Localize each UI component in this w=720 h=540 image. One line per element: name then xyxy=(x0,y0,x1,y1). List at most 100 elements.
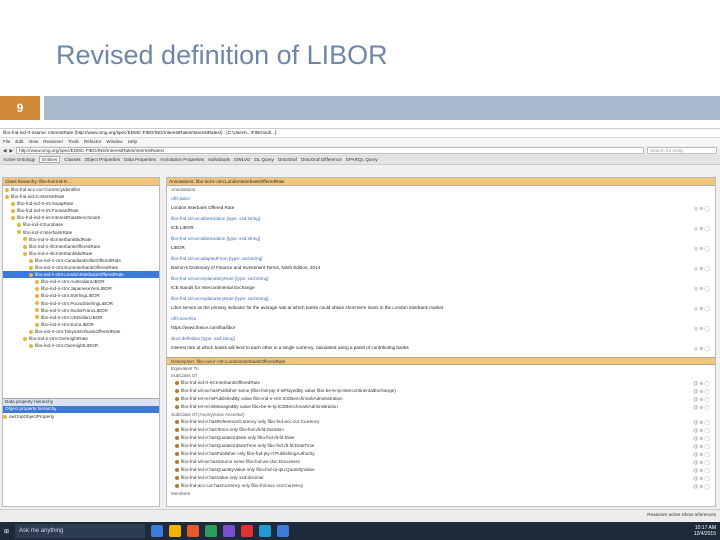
taskbar-app-icon[interactable] xyxy=(277,525,290,537)
entity-search-input[interactable]: Search for entity xyxy=(647,147,717,154)
taskbar-app-icon[interactable] xyxy=(187,525,200,537)
forward-icon[interactable]: ▶ xyxy=(10,148,14,154)
row-controls-icon[interactable]: @⊗◯ xyxy=(693,404,711,411)
tab-item[interactable]: Individuals xyxy=(208,157,230,162)
axiom-row[interactable]: fibo-fnd-utl-av:hasPublisher some (fibo-… xyxy=(167,387,715,395)
tab-item[interactable]: Classes xyxy=(64,157,80,162)
tree-item[interactable]: fibo-ind-ir-irb:InterbankOfferedRate xyxy=(3,243,159,250)
back-icon[interactable]: ◀ xyxy=(3,148,7,154)
axiom-row[interactable]: fibo-fnd-utl-av:hasSource some fibo-fnd-… xyxy=(167,458,715,466)
tree-item[interactable]: fibo-ind-ir-ctm:SwissFrancLIBOR xyxy=(3,307,159,314)
tab-item[interactable]: Entities xyxy=(39,156,61,163)
row-controls-icon[interactable]: ◎⊗◯ xyxy=(694,285,711,293)
taskbar-app-icon[interactable] xyxy=(205,525,218,537)
menu-item[interactable]: Help xyxy=(128,139,137,144)
axiom-row[interactable]: fibo-fnd-acc-cur:hasCurrency only fibo-f… xyxy=(167,482,715,490)
row-controls-icon[interactable]: ◎⊗◯ xyxy=(694,325,711,333)
row-controls-icon[interactable]: @⊗◯ xyxy=(693,459,711,466)
axiom-row[interactable]: fibo-fnd-ind-ir:hasPublisher only fibo-f… xyxy=(167,450,715,458)
menu-item[interactable]: Refactor xyxy=(84,139,101,144)
menu-item[interactable]: Edit xyxy=(15,139,23,144)
tab-item[interactable]: DL Query xyxy=(254,157,274,162)
axiom-row[interactable]: fibo-fnd-ind-ir:hasQuotationDateTime onl… xyxy=(167,442,715,450)
row-controls-icon[interactable]: ◎⊗◯ xyxy=(694,345,711,353)
tree-item[interactable]: fibo-ind-ir-ctm:EuroInterbankOfferedRate xyxy=(3,264,159,271)
row-controls-icon[interactable]: @⊗◯ xyxy=(693,427,711,434)
row-controls-icon[interactable]: @⊗◯ xyxy=(693,396,711,403)
menu-item[interactable]: Reasoner xyxy=(43,139,63,144)
taskbar-app-icon[interactable] xyxy=(241,525,254,537)
tree-item[interactable]: fibo-ind-ir-ctm:USDollarLIBOR xyxy=(3,314,159,321)
tree-item[interactable]: fibo-ind-ir-ctm:EuroLIBOR xyxy=(3,321,159,328)
row-controls-icon[interactable]: ◎⊗◯ xyxy=(694,265,711,273)
menu-item[interactable]: Tools xyxy=(68,139,79,144)
windows-start-icon[interactable]: ⊞ xyxy=(4,528,9,535)
tree-item[interactable]: fibo-ind-ir-ctm:OvernightLIBOR xyxy=(3,342,159,349)
annotation-property[interactable]: fibo-fnd-utl-av:abbreviation [type: xsd:… xyxy=(167,235,715,244)
tree-item[interactable]: fibo-fnd-ind-rt-irs:SwapRate xyxy=(3,200,159,207)
menu-item[interactable]: View xyxy=(28,139,38,144)
tab-item[interactable]: Annotation Properties xyxy=(160,157,204,162)
axiom-row[interactable]: fibo-fnd-ind-ir:hasQuotationDate only fi… xyxy=(167,434,715,442)
row-controls-icon[interactable]: ◎⊗◯ xyxy=(694,245,711,253)
annotation-property[interactable]: rdfs:label xyxy=(167,195,715,204)
row-controls-icon[interactable]: @⊗◯ xyxy=(693,443,711,450)
annotation-property[interactable]: fibo-fnd-utl-av:explanatoryNote [type: x… xyxy=(167,275,715,284)
tree-item[interactable]: fibo-fnd-ind-ir:InterestRate xyxy=(3,193,159,200)
tab-item[interactable]: Object Properties xyxy=(85,157,121,162)
tree-item[interactable]: fibo-ind-ir-ctm:SterlingLIBOR xyxy=(3,292,159,299)
tree-item[interactable]: fibo-ind-ir-irb:InterbankMidRate xyxy=(3,250,159,257)
annotation-property[interactable]: fibo-fnd-utl-av:abbreviation [type: xsd:… xyxy=(167,215,715,224)
row-controls-icon[interactable]: @⊗◯ xyxy=(693,380,711,387)
row-controls-icon[interactable]: @⊗◯ xyxy=(693,467,711,474)
ontology-iri-field[interactable]: http://www.omg.org/spec/EDMC-FIBO/IND/In… xyxy=(16,147,644,154)
annotation-property[interactable]: skos:definition [type: xsd:string] xyxy=(167,335,715,344)
tab-item[interactable]: OWLViz xyxy=(234,157,250,162)
taskbar-app-icon[interactable] xyxy=(151,525,164,537)
tree-item[interactable]: fibo-ind-ir-ctm:AustralianLIBOR xyxy=(3,278,159,285)
axiom-row[interactable]: fibo-fnd-rel-rel:isPublishedBy value fib… xyxy=(167,395,715,403)
tree-item[interactable]: fibo-fnd-ind-rt-irs:InterestRateBenchmar… xyxy=(3,214,159,221)
annotation-property[interactable]: fibo-fnd-utl-av:adaptedFrom [type: xsd:s… xyxy=(167,255,715,264)
tree-item[interactable]: fibo-ind-ir-ctm:LondonInterbankOfferedRa… xyxy=(3,271,159,279)
row-controls-icon[interactable]: @⊗◯ xyxy=(693,483,711,490)
taskbar-app-icon[interactable] xyxy=(169,525,182,537)
menu-item[interactable]: Window xyxy=(106,139,122,144)
row-controls-icon[interactable]: @⊗◯ xyxy=(693,475,711,482)
tree-item[interactable]: fibo-fnd-acc-cur:CurrencyIdentifier xyxy=(3,186,159,193)
row-controls-icon[interactable]: ◎⊗◯ xyxy=(694,305,711,313)
tree-item[interactable]: owl:topObjectProperty xyxy=(3,413,159,420)
axiom-row[interactable]: fibo-fnd-ind-ir:hasTenor only fibo-fnd-d… xyxy=(167,426,715,434)
axiom-row[interactable]: fibo-fnd-ind-ir:hasQuantityValue only fi… xyxy=(167,466,715,474)
tree-item[interactable]: fibo-ind-ir-ctm:PoundSterlingLIBOR xyxy=(3,300,159,307)
tree-item[interactable]: fibo-fnd-ind-rt-irs:ForwardRate xyxy=(3,207,159,214)
annotation-property[interactable]: fibo-fnd-utl-av:explanatoryNote [type: x… xyxy=(167,295,715,304)
taskbar-search-input[interactable]: Ask me anything xyxy=(15,524,146,538)
tree-item[interactable]: fibo-ind-ir-ctm:TokyoInterbankOfferedRat… xyxy=(3,328,159,335)
row-controls-icon[interactable]: @⊗◯ xyxy=(693,435,711,442)
row-controls-icon[interactable]: ◎⊗◯ xyxy=(694,225,711,233)
object-property-tab[interactable]: Object property hierarchy xyxy=(3,406,159,413)
tab-item[interactable]: SPARQL Query xyxy=(346,157,378,162)
axiom-row[interactable]: fibo-fnd-rel-rel:isManagedBy value fibo-… xyxy=(167,403,715,411)
tab-item[interactable]: Data Properties xyxy=(124,157,156,162)
menu-item[interactable]: File xyxy=(3,139,10,144)
axiom-row[interactable]: fibo-fnd-ind-rt-irs:InterbankOfferedRate… xyxy=(167,379,715,387)
tree-item[interactable]: fibo-ind-ir-ctm:JapaneseYenLIBOR xyxy=(3,285,159,292)
annotation-property[interactable]: rdfs:seeAlso xyxy=(167,315,715,324)
taskbar-app-icon[interactable] xyxy=(223,525,236,537)
tree-item[interactable]: fibo-ind-ir:InterbankRate xyxy=(3,229,159,236)
axiom-row[interactable]: fibo-fnd-ind-ir:hasReferenceCurrency onl… xyxy=(167,418,715,426)
tab-item[interactable]: Active Ontology xyxy=(3,157,35,162)
tab-item[interactable]: OntoGraf Difference xyxy=(301,157,342,162)
tab-item[interactable]: OntoGraf xyxy=(278,157,297,162)
tree-item[interactable]: fibo-ind-ir:Eurobase xyxy=(3,221,159,228)
row-controls-icon[interactable]: ◎⊗◯ xyxy=(694,205,711,213)
taskbar-app-icon[interactable] xyxy=(259,525,272,537)
row-controls-icon[interactable]: @⊗◯ xyxy=(693,451,711,458)
tree-item[interactable]: fibo-ind-ir-ctm:OvernightRate xyxy=(3,335,159,342)
tree-item[interactable]: fibo-ind-ir-irb:InterbankBidRate xyxy=(3,236,159,243)
axiom-row[interactable]: fibo-fnd-ind-ir:hasValue only xsd:decima… xyxy=(167,474,715,482)
tree-item[interactable]: fibo-ind-ir-ctm:CanadianDollarOfferedRat… xyxy=(3,257,159,264)
row-controls-icon[interactable]: @⊗◯ xyxy=(693,419,711,426)
